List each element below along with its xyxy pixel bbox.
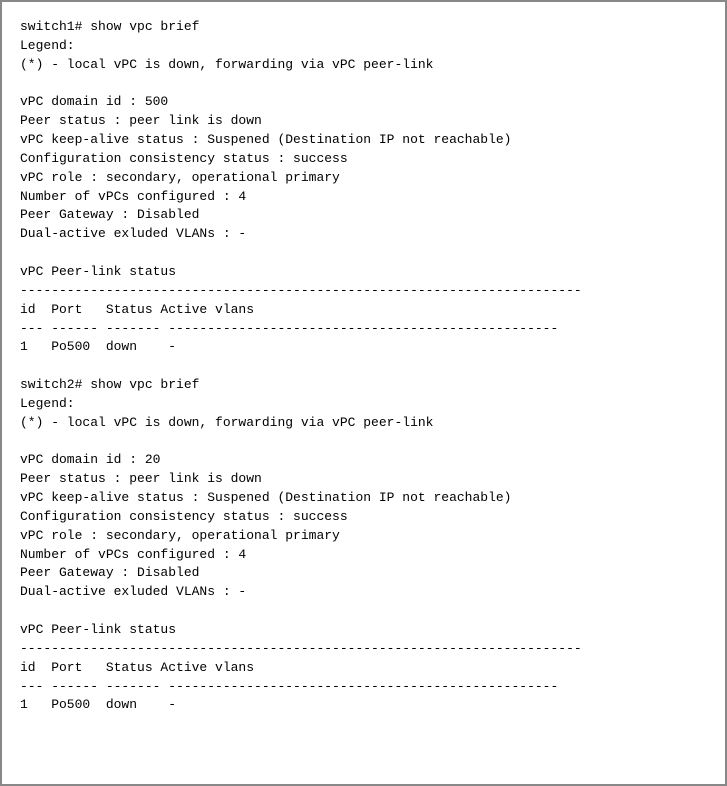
terminal-line: Peer status : peer link is down: [20, 112, 707, 131]
terminal-line: Configuration consistency status : succe…: [20, 150, 707, 169]
terminal-line: Number of vPCs configured : 4: [20, 546, 707, 565]
terminal-line: Dual-active exluded VLANs : -: [20, 583, 707, 602]
terminal-line: Peer status : peer link is down: [20, 470, 707, 489]
terminal-line: vPC keep-alive status : Suspened (Destin…: [20, 131, 707, 150]
terminal-line: Legend:: [20, 37, 707, 56]
terminal-line: ----------------------------------------…: [20, 282, 707, 301]
terminal-line: id Port Status Active vlans: [20, 659, 707, 678]
terminal-line: vPC keep-alive status : Suspened (Destin…: [20, 489, 707, 508]
terminal-line: Configuration consistency status : succe…: [20, 508, 707, 527]
terminal-line: --- ------ ------- ---------------------…: [20, 320, 707, 339]
terminal-line: [20, 75, 707, 94]
terminal-line: [20, 602, 707, 621]
terminal-line: ----------------------------------------…: [20, 640, 707, 659]
terminal-line: --- ------ ------- ---------------------…: [20, 678, 707, 697]
terminal-line: Peer Gateway : Disabled: [20, 564, 707, 583]
terminal-line: Number of vPCs configured : 4: [20, 188, 707, 207]
terminal-line: 1 Po500 down -: [20, 696, 707, 715]
terminal-line: [20, 244, 707, 263]
terminal-line: (*) - local vPC is down, forwarding via …: [20, 414, 707, 433]
terminal-line: vPC domain id : 20: [20, 451, 707, 470]
terminal-line: [20, 433, 707, 452]
terminal-content: switch1# show vpc briefLegend:(*) - loca…: [20, 18, 707, 715]
terminal-line: vPC role : secondary, operational primar…: [20, 527, 707, 546]
terminal-line: vPC Peer-link status: [20, 263, 707, 282]
terminal-line: id Port Status Active vlans: [20, 301, 707, 320]
terminal-line: 1 Po500 down -: [20, 338, 707, 357]
terminal-line: switch1# show vpc brief: [20, 18, 707, 37]
terminal-line: [20, 357, 707, 376]
terminal-line: vPC role : secondary, operational primar…: [20, 169, 707, 188]
terminal-line: vPC domain id : 500: [20, 93, 707, 112]
terminal-line: Peer Gateway : Disabled: [20, 206, 707, 225]
terminal-line: Legend:: [20, 395, 707, 414]
terminal-line: vPC Peer-link status: [20, 621, 707, 640]
terminal-window: switch1# show vpc briefLegend:(*) - loca…: [0, 0, 727, 786]
terminal-line: switch2# show vpc brief: [20, 376, 707, 395]
terminal-line: (*) - local vPC is down, forwarding via …: [20, 56, 707, 75]
terminal-line: Dual-active exluded VLANs : -: [20, 225, 707, 244]
